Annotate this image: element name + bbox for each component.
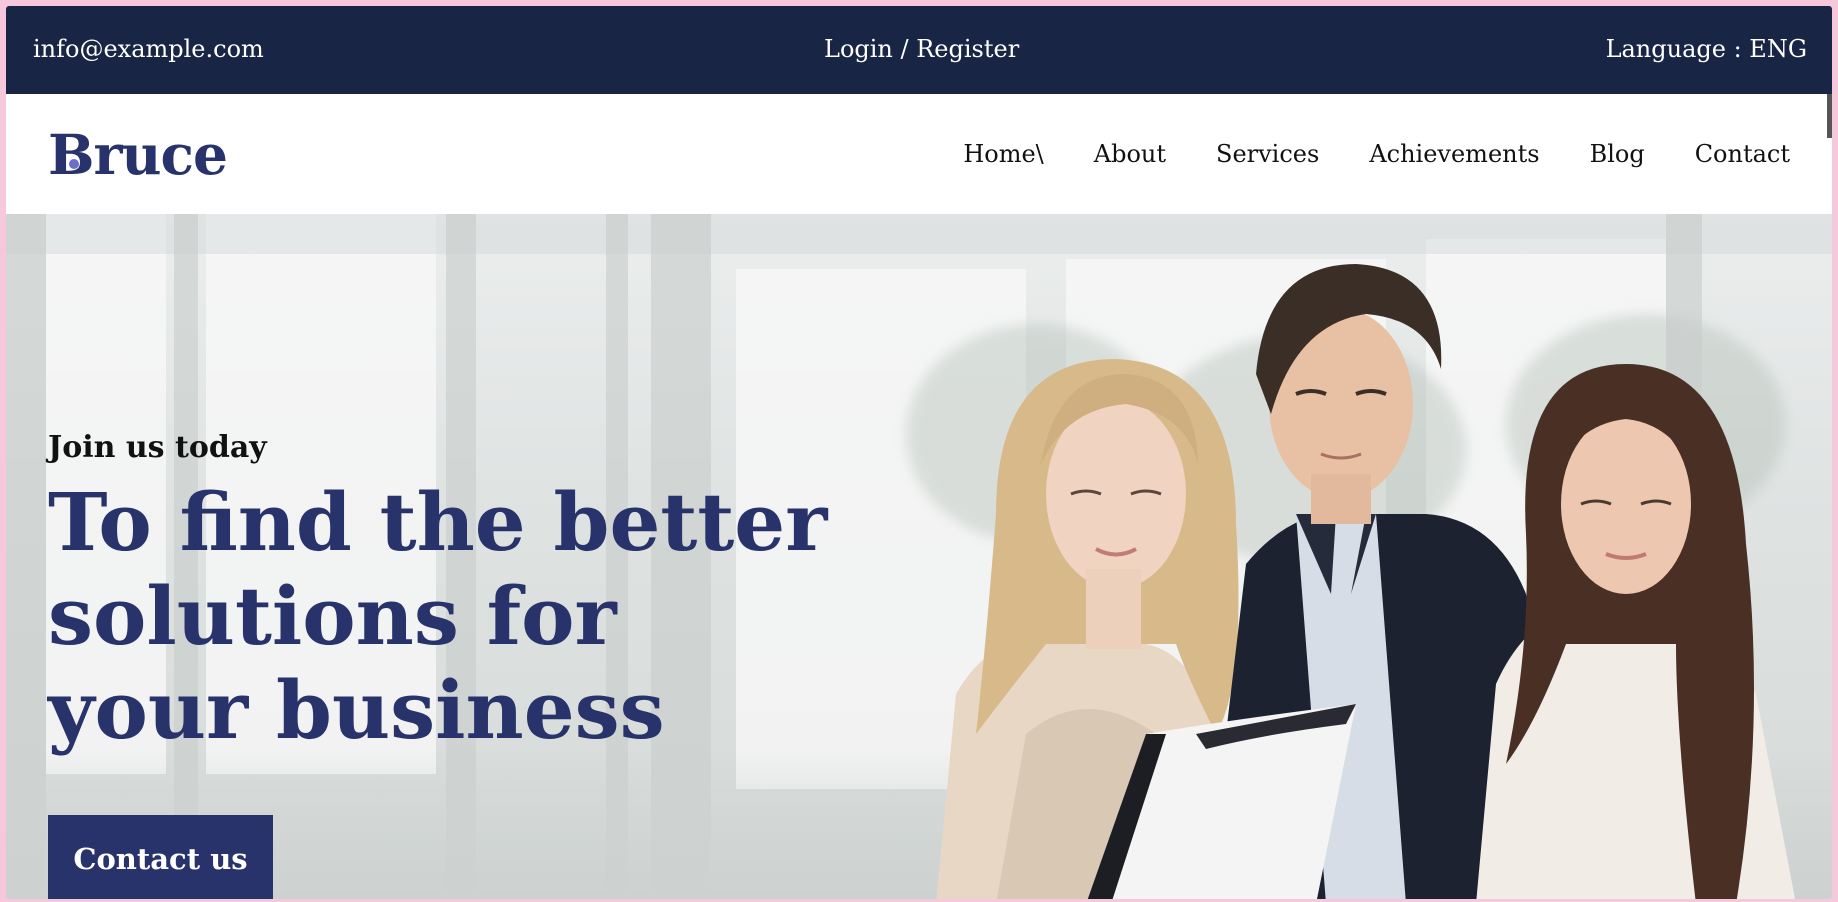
nav-menu: Home\ About Services Achievements Blog C… [963, 140, 1790, 168]
nav-item-achievements[interactable]: Achievements [1369, 140, 1539, 168]
nav-item-services[interactable]: Services [1216, 140, 1319, 168]
team-photo [936, 264, 1796, 899]
main-navbar: Bruce Home\ About Services Achievements … [6, 94, 1832, 214]
brand-logo[interactable]: Bruce [48, 122, 228, 187]
page-frame: info@example.com Login / Register Langua… [6, 6, 1832, 899]
background-ceiling [6, 214, 1832, 254]
nav-item-contact[interactable]: Contact [1695, 140, 1790, 168]
hero-tagline: Join us today [48, 430, 267, 465]
top-bar: info@example.com Login / Register Langua… [6, 6, 1832, 94]
hero-section: Join us today To find the better solutio… [6, 214, 1832, 899]
nav-item-blog[interactable]: Blog [1590, 140, 1645, 168]
language-selector[interactable]: Language : ENG [1606, 35, 1807, 63]
logo-accent-icon [69, 159, 79, 169]
brand-name: Bruce [48, 122, 228, 187]
page-scrollbar[interactable] [1827, 94, 1832, 138]
hero-headline: To find the better solutions for your bu… [48, 475, 828, 757]
nav-item-home[interactable]: Home\ [963, 140, 1043, 168]
hero-text-block: Join us today To find the better solutio… [48, 430, 828, 757]
nav-item-about[interactable]: About [1094, 140, 1166, 168]
login-register-link[interactable]: Login / Register [824, 35, 1019, 63]
contact-us-button[interactable]: Contact us [48, 815, 273, 899]
contact-email[interactable]: info@example.com [33, 35, 264, 63]
